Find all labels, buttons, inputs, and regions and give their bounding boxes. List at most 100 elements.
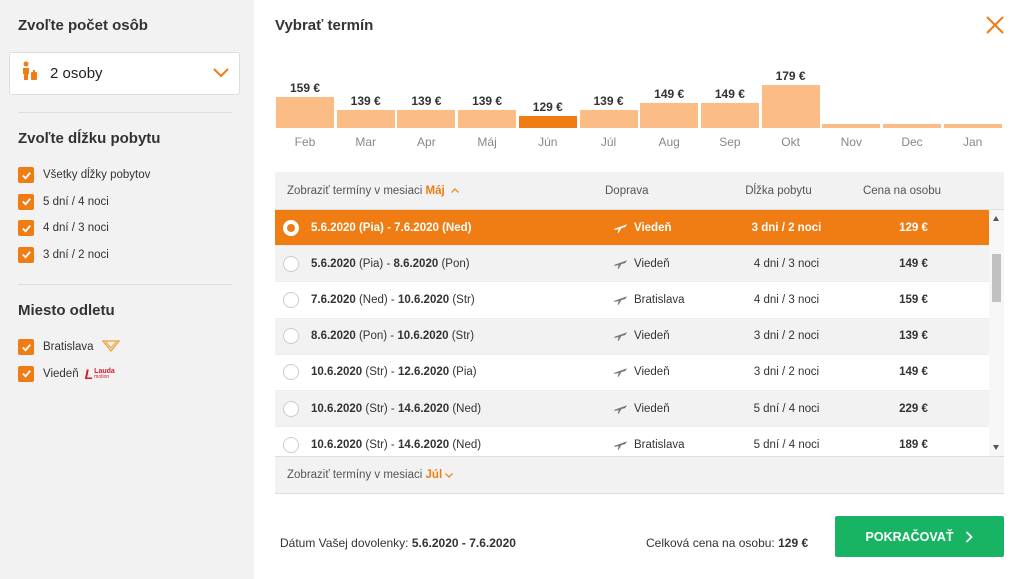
row-dates: 8.6.2020 (Pon) - 10.6.2020 (Str)	[311, 330, 475, 343]
traveler-luggage-icon	[20, 61, 38, 86]
table-row[interactable]: 7.6.2020 (Ned) - 10.6.2020 (Str) Bratisla…	[275, 282, 989, 319]
plane-icon	[613, 404, 628, 414]
chart-bar[interactable]	[458, 109, 517, 128]
row-duration: 3 dni / 2 noci	[753, 330, 820, 343]
chart-month-label[interactable]: Jún	[519, 135, 577, 149]
checkbox-checked-icon[interactable]	[18, 193, 34, 210]
chart-bar	[883, 124, 941, 128]
chart-month-label[interactable]: Júl	[580, 135, 638, 149]
duration-option-5-days[interactable]: 5 dní / 4 noci	[18, 189, 150, 216]
chart-month-label[interactable]: Sep	[701, 135, 759, 149]
chart-bar-label: 159 €	[289, 81, 321, 96]
chart-bar[interactable]	[276, 97, 334, 128]
checkbox-checked-icon[interactable]	[18, 167, 34, 184]
chart-month-label[interactable]: Mar	[337, 135, 395, 149]
chart-month-label[interactable]: Máj	[458, 135, 516, 149]
row-transport-label: Viedeň	[634, 330, 670, 343]
chart-bar[interactable]	[397, 109, 456, 128]
radio-button[interactable]	[283, 219, 299, 236]
checkbox-checked-icon[interactable]	[18, 246, 34, 263]
scroll-thumb[interactable]	[992, 254, 1001, 302]
chart-bar	[822, 124, 881, 128]
table-row[interactable]: 10.6.2020 (Str) - 12.6.2020 (Pia) Viedeň 3…	[275, 355, 989, 391]
radio-button[interactable]	[283, 291, 299, 308]
chart-bar-label: 139 €	[472, 93, 503, 108]
row-date-from: 8.6.2020	[311, 330, 356, 343]
chart-bar	[943, 124, 1002, 128]
departure-list: Bratislava Viedeň L Lauda motion	[18, 334, 120, 387]
duration-label: Všetky dĺžky pobytov	[43, 169, 151, 182]
radio-button[interactable]	[283, 328, 299, 345]
col-duration: Dĺžka pobytu	[745, 184, 812, 197]
chart-month-label[interactable]: Jan	[944, 135, 1002, 149]
duration-option-all[interactable]: Všetky dĺžky pobytov	[18, 162, 150, 189]
row-day-from: (Pon)	[358, 330, 388, 343]
chart-bar[interactable]	[336, 109, 395, 128]
checkbox-checked-icon[interactable]	[18, 220, 34, 237]
sidebar: Zvoľte počet osôb 2 osoby Zvoľte dĺžku p…	[0, 0, 254, 579]
radio-button[interactable]	[283, 255, 299, 272]
departure-option-vienna[interactable]: Viedeň L Lauda motion	[18, 361, 120, 388]
row-duration: 5 dní / 4 noci	[753, 402, 820, 415]
row-transport: Viedeň	[613, 222, 723, 234]
chart-month-label[interactable]: Nov	[822, 135, 880, 149]
row-day-from: (Ned)	[358, 293, 388, 306]
chart-bar[interactable]	[518, 116, 577, 128]
row-transport-label: Bratislava	[634, 293, 685, 306]
row-price: 149 €	[899, 366, 928, 379]
chart-bar[interactable]	[761, 84, 820, 128]
radio-button[interactable]	[283, 436, 299, 453]
row-transport: Viedeň	[613, 403, 723, 415]
divider	[18, 112, 232, 113]
checkbox-checked-icon[interactable]	[18, 339, 34, 356]
scroll-down-arrow-icon[interactable]	[993, 445, 999, 450]
row-transport: Viedeň	[613, 330, 723, 342]
show-next-month[interactable]: Zobraziť termíny v mesiaci Júl	[275, 456, 1004, 494]
row-duration: 3 dni / 2 noci	[753, 366, 820, 379]
persons-dropdown[interactable]: 2 osoby	[9, 52, 240, 95]
close-button[interactable]	[985, 15, 1005, 35]
chart-bar[interactable]	[579, 109, 638, 128]
lauda-logo-sub: motion	[94, 373, 110, 380]
radio-button[interactable]	[283, 400, 299, 417]
radio-button[interactable]	[283, 364, 299, 381]
continue-button[interactable]: POKRAČOVAŤ	[835, 516, 1004, 557]
row-transport-label: Bratislava	[634, 438, 685, 451]
dates-table: Zobraziť termíny v mesiaci Máj Doprava D…	[275, 172, 1004, 494]
chart-month-label[interactable]: Okt	[762, 135, 820, 149]
month-price-chart: 159 € Feb 139 € Mar 139 € Apr 139 € Máj 129 € Jún…	[276, 60, 1004, 160]
footer-prefix: Zobraziť termíny v mesiaci	[287, 469, 423, 481]
row-day-to: (Pon)	[441, 257, 470, 270]
departure-option-bratislava[interactable]: Bratislava	[18, 334, 120, 361]
row-date-to: 12.6.2020	[397, 366, 450, 379]
row-duration: 3 dni / 2 noci	[751, 221, 822, 234]
checkbox-checked-icon[interactable]	[18, 365, 34, 382]
chart-month-label[interactable]: Feb	[276, 135, 334, 149]
scrollbar[interactable]	[989, 210, 1004, 456]
duration-label: 5 dní / 4 noci	[43, 195, 109, 208]
chart-month-label[interactable]: Apr	[397, 135, 455, 149]
plane-icon	[613, 296, 628, 305]
table-row[interactable]: 5.6.2020 (Pia) - 8.6.2020 (Pon) Viedeň 4 d…	[275, 246, 989, 283]
table-row[interactable]: 8.6.2020 (Pon) - 10.6.2020 (Str) Viedeň 3 …	[275, 318, 989, 355]
persons-title: Zvoľte počet osôb	[18, 17, 148, 34]
chart-bar[interactable]	[640, 103, 699, 128]
row-duration: 4 dni / 3 noci	[753, 257, 820, 270]
table-row[interactable]: 10.6.2020 (Str) - 14.6.2020 (Ned) Bratisl…	[275, 427, 989, 456]
row-day-to: (Ned)	[452, 402, 482, 415]
scroll-up-arrow-icon[interactable]	[993, 216, 999, 221]
duration-option-3-days[interactable]: 3 dní / 2 noci	[18, 242, 150, 269]
chevron-right-icon	[966, 530, 974, 543]
chart-bar[interactable]	[700, 103, 759, 128]
table-row[interactable]: 10.6.2020 (Str) - 14.6.2020 (Ned) Viedeň 5…	[275, 390, 989, 428]
row-day-to: (Pia)	[452, 366, 477, 379]
table-row[interactable]: 5.6.2020 (Pia) - 7.6.2020 (Ned) Viedeň 3 d…	[275, 210, 989, 247]
row-day-from: (Str)	[365, 438, 388, 451]
table-header: Zobraziť termíny v mesiaci Máj Doprava D…	[275, 172, 1004, 210]
duration-option-4-days[interactable]: 4 dní / 3 noci	[18, 215, 150, 242]
chart-bar-label: 129 €	[532, 100, 563, 115]
chart-month-label[interactable]: Dec	[883, 135, 941, 149]
row-date-to: 10.6.2020	[397, 293, 450, 306]
show-previous-month[interactable]: Zobraziť termíny v mesiaci Máj	[275, 185, 605, 197]
chart-month-label[interactable]: Aug	[640, 135, 698, 149]
